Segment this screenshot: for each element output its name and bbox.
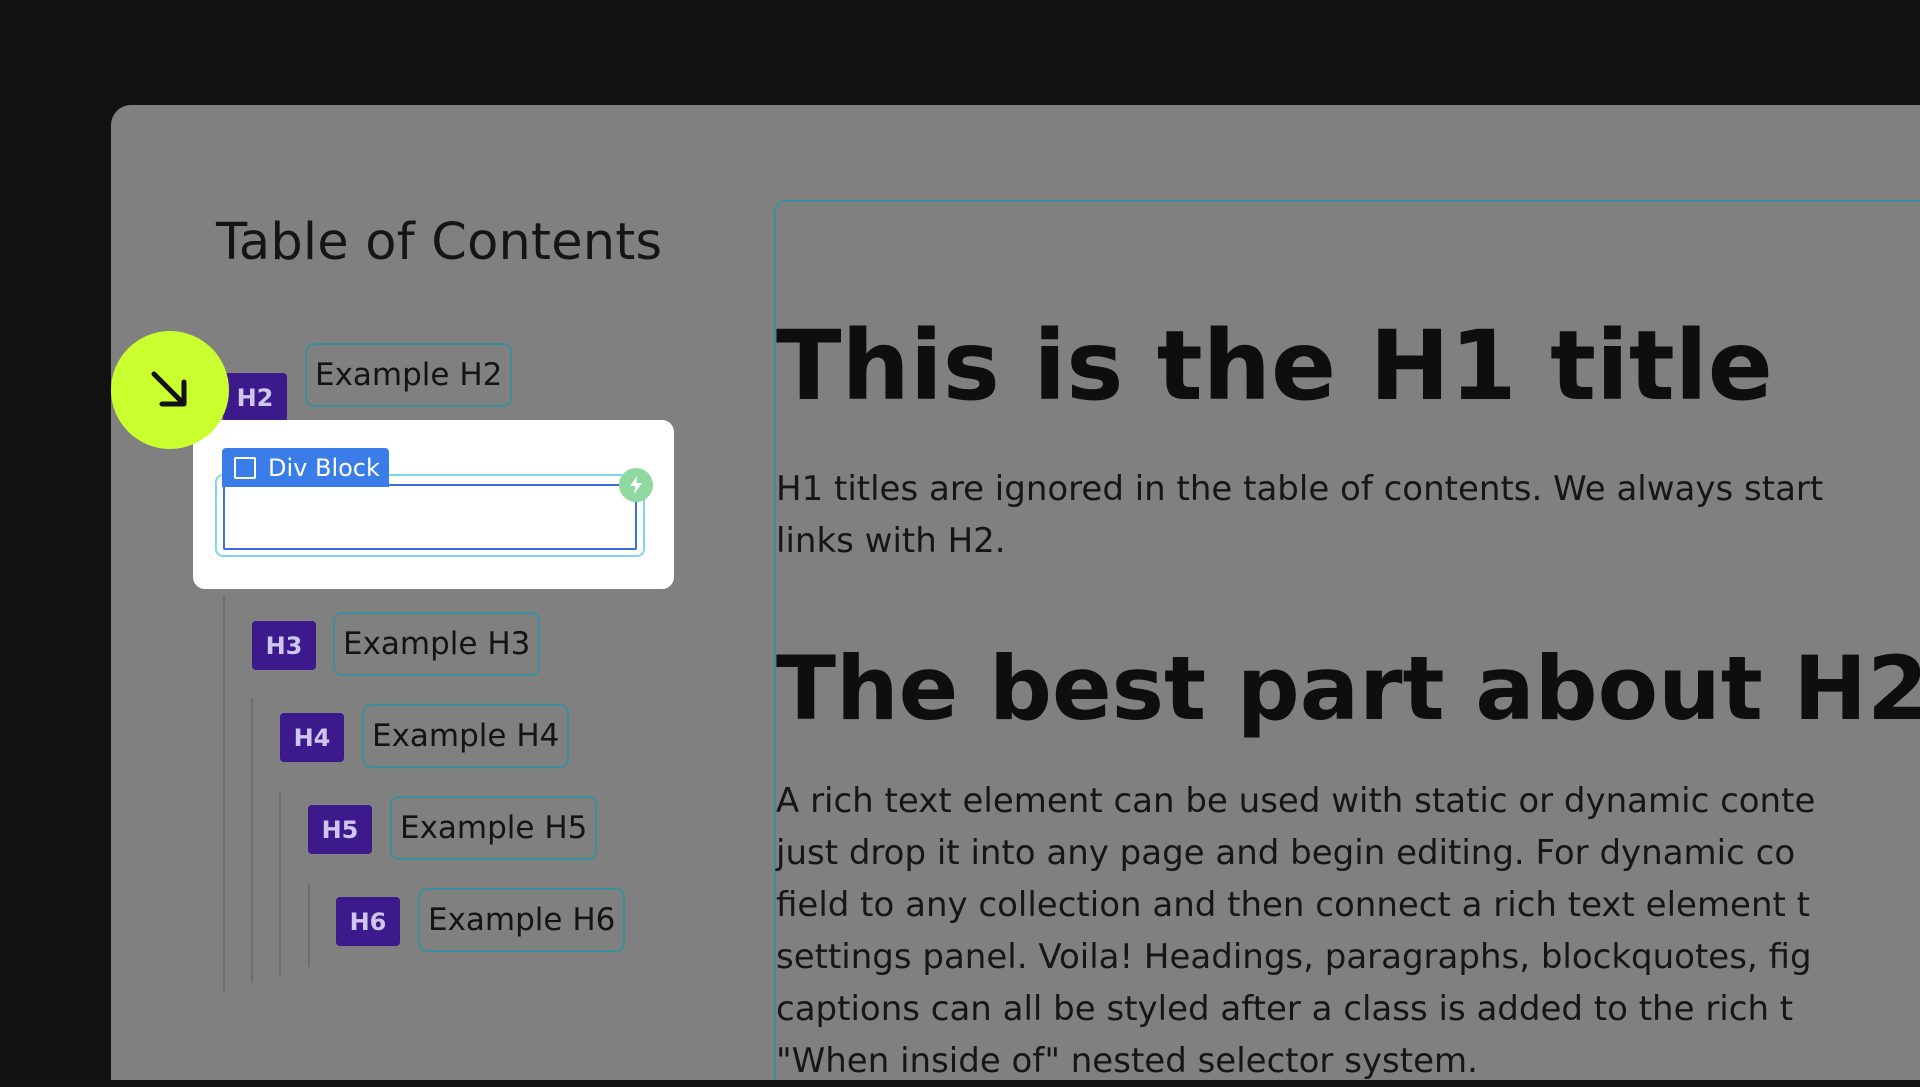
toc-badge-h2: H2 — [223, 373, 287, 422]
toc-link-h6[interactable]: Example H6 — [418, 888, 626, 952]
content-paragraph-2-line-4: settings panel. Voila! Headings, paragra… — [776, 937, 1812, 977]
toc-badge-h3: H3 — [252, 621, 316, 670]
toc-badge-h4: H4 — [280, 713, 344, 762]
toc-guide-line-h5 — [279, 791, 281, 975]
toc-title: Table of Contents — [216, 213, 663, 272]
div-block-element[interactable] — [223, 484, 637, 550]
toc-link-h2[interactable]: Example H2 — [305, 343, 513, 407]
selected-element-card: Div Block — [193, 420, 674, 589]
toc-guide-line-h4 — [251, 698, 253, 983]
toc-link-h5[interactable]: Example H5 — [390, 796, 598, 860]
arrow-down-right-icon — [151, 371, 187, 407]
content-paragraph-2-line-3: field to any collection and then connect… — [776, 885, 1810, 925]
content-h2: The best part about H2 c — [776, 637, 1920, 740]
square-icon — [234, 456, 256, 479]
content-paragraph-2-line-6: "When inside of" nested selector system. — [776, 1041, 1478, 1081]
content-h1: This is the H1 title — [776, 310, 1773, 422]
content-paragraph-1-line-2: links with H2. — [776, 521, 1006, 561]
content-paragraph-2-line-1: A rich text element can be used with sta… — [776, 781, 1816, 821]
toc-link-h3[interactable]: Example H3 — [333, 612, 541, 676]
toc-guide-line-h3 — [223, 595, 225, 991]
toc-badge-h5: H5 — [308, 805, 372, 854]
cursor-highlight — [111, 331, 229, 449]
toc-link-h4[interactable]: Example H4 — [362, 704, 570, 768]
toc-guide-line-h6 — [308, 883, 310, 967]
content-paragraph-2-line-5: captions can all be styled after a class… — [776, 989, 1794, 1029]
toc-badge-h6: H6 — [336, 897, 400, 946]
div-block-label-text: Div Block — [268, 453, 380, 482]
content-paragraph-1-line-1: H1 titles are ignored in the table of co… — [776, 469, 1824, 509]
div-block-label[interactable]: Div Block — [222, 448, 389, 487]
lightning-bolt-icon[interactable] — [619, 468, 653, 502]
content-paragraph-2-line-2: just drop it into any page and begin edi… — [776, 833, 1796, 873]
